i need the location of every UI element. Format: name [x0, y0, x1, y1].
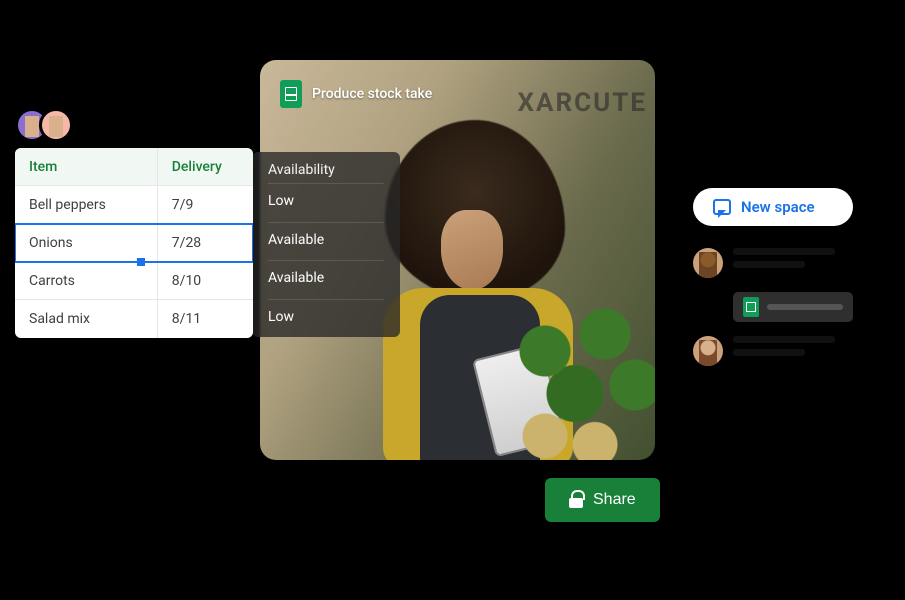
attachment-title-placeholder — [767, 304, 843, 310]
collaborator-avatars — [15, 108, 63, 142]
column-header-delivery[interactable]: Delivery — [158, 148, 253, 186]
availability-panel: Availability Low Available Available Low — [252, 152, 400, 337]
availability-value: Low — [268, 299, 384, 333]
message-preview — [733, 248, 853, 274]
table-row[interactable]: Salad mix 8/11 — [15, 300, 253, 338]
lock-icon — [569, 492, 583, 508]
column-header-item[interactable]: Item — [15, 148, 158, 186]
spreadsheet-card[interactable]: Item Delivery Bell peppers 7/9 Onions 7/… — [15, 148, 253, 338]
cell-item[interactable]: Bell peppers — [15, 186, 158, 224]
new-space-button[interactable]: New space — [693, 188, 853, 226]
share-button-label: Share — [593, 491, 636, 509]
table-row-selected[interactable]: Onions 7/28 — [15, 224, 253, 262]
table-row[interactable]: Bell peppers 7/9 — [15, 186, 253, 224]
chat-message[interactable] — [693, 336, 853, 366]
availability-value: Available — [268, 222, 384, 256]
chat-attachment[interactable] — [733, 292, 853, 322]
avatar[interactable] — [39, 108, 73, 142]
avatar — [693, 248, 723, 278]
produce-graphic — [485, 300, 655, 460]
new-space-label: New space — [741, 198, 815, 216]
message-preview — [733, 336, 853, 362]
cell-item[interactable]: Salad mix — [15, 300, 158, 338]
chat-icon — [713, 199, 731, 215]
table-row[interactable]: Carrots 8/10 — [15, 262, 253, 300]
chat-message[interactable] — [693, 248, 853, 278]
sheets-icon — [743, 297, 759, 317]
cell-delivery[interactable]: 7/9 — [158, 186, 253, 224]
cell-item[interactable]: Carrots — [15, 262, 158, 300]
chat-panel: New space — [693, 188, 853, 380]
availability-value: Available — [268, 260, 384, 294]
cell-delivery[interactable]: 7/28 — [158, 224, 253, 262]
avatar — [693, 336, 723, 366]
table-header-row: Item Delivery — [15, 148, 253, 186]
cell-item[interactable]: Onions — [15, 224, 158, 262]
sheets-icon — [280, 80, 302, 108]
share-button[interactable]: Share — [545, 478, 660, 522]
availability-value: Low — [268, 183, 384, 217]
cell-delivery[interactable]: 8/10 — [158, 262, 253, 300]
availability-header: Availability — [268, 162, 384, 178]
cell-delivery[interactable]: 8/11 — [158, 300, 253, 338]
